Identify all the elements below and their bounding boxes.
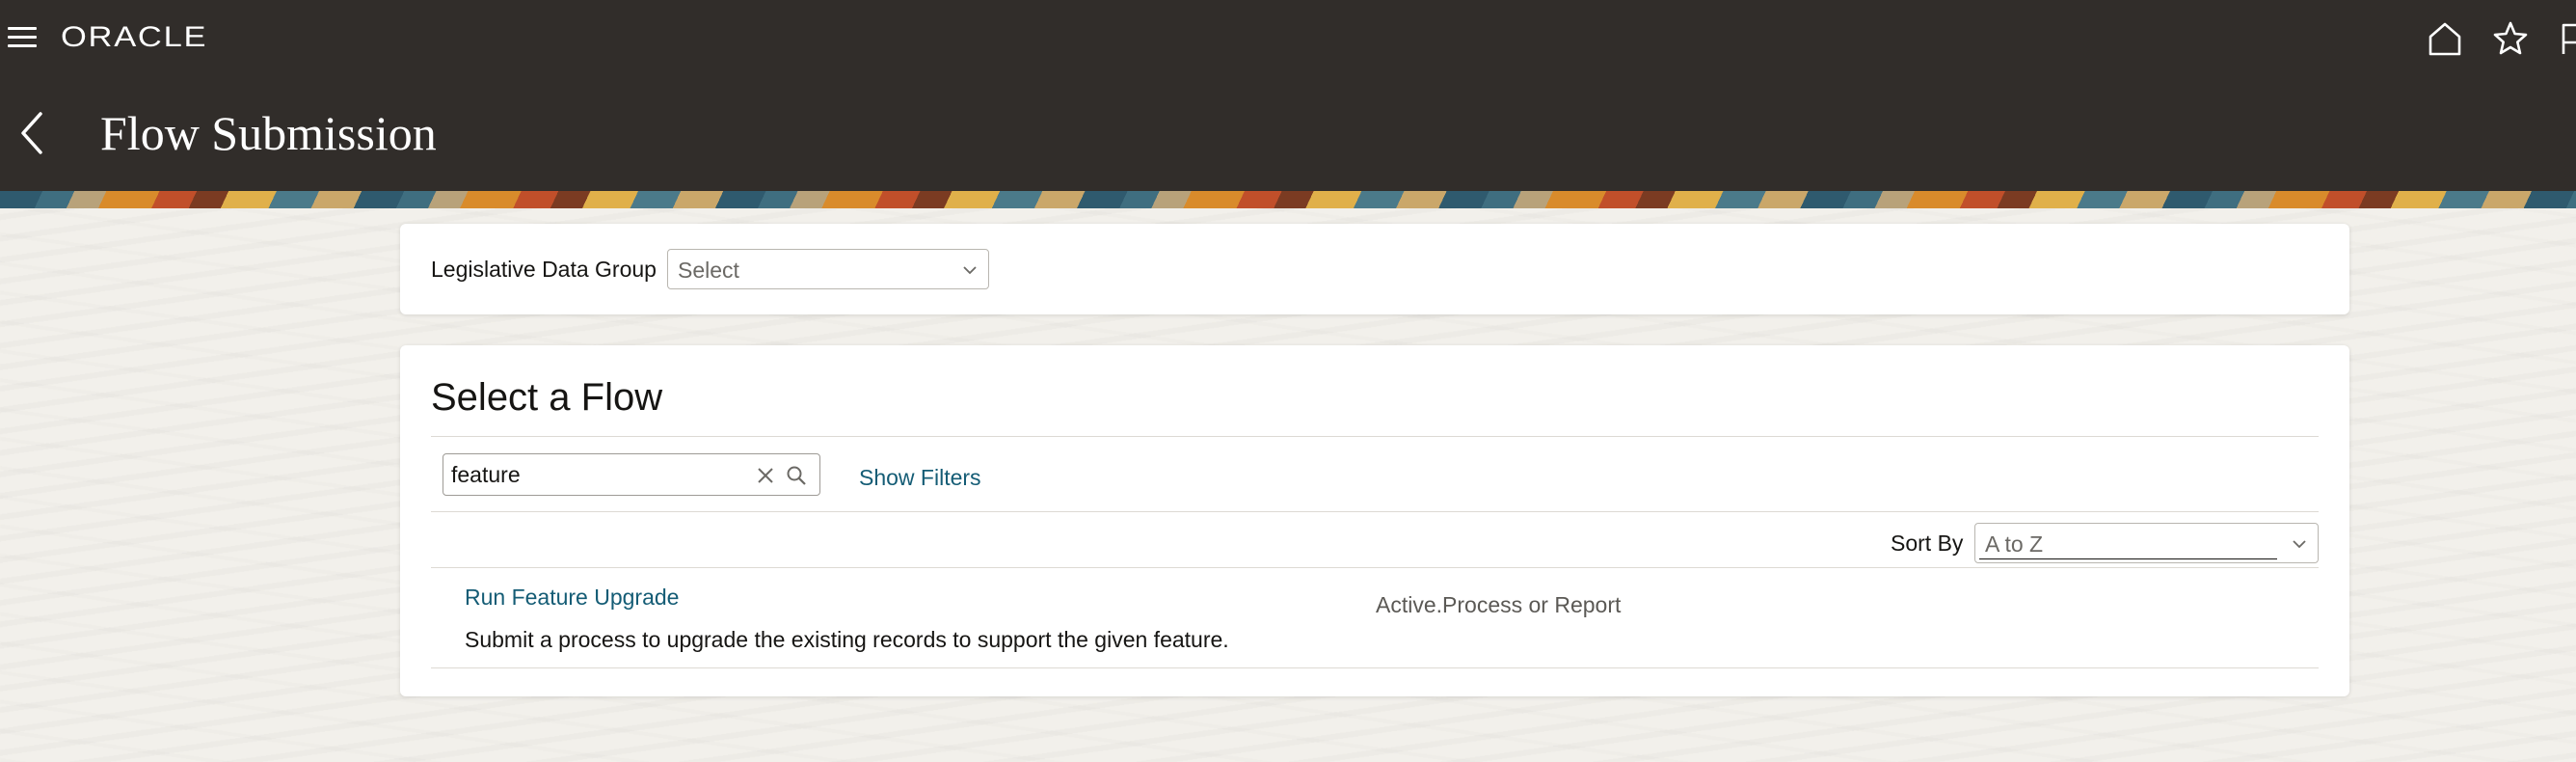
select-flow-panel: Select a Flow Show Filters Sort By A to …	[400, 345, 2349, 696]
ldg-select[interactable]: Select	[667, 249, 989, 289]
select-underline	[1979, 558, 2277, 559]
global-header: ORACLE Flow Submission	[0, 0, 2576, 191]
hamburger-menu-icon[interactable]	[8, 23, 39, 52]
flow-description: Submit a process to upgrade the existing…	[465, 627, 1229, 652]
sort-by-select[interactable]: A to Z	[1974, 523, 2319, 563]
show-filters-link[interactable]: Show Filters	[859, 465, 981, 490]
back-icon[interactable]	[12, 108, 50, 158]
flow-name-link[interactable]: Run Feature Upgrade	[465, 585, 679, 610]
oracle-logo[interactable]: ORACLE	[61, 21, 207, 54]
sort-by-label: Sort By	[1891, 531, 1964, 556]
decorative-banner	[0, 191, 2576, 208]
divider	[431, 667, 2319, 668]
divider	[431, 511, 2319, 512]
chevron-down-icon[interactable]	[2291, 535, 2308, 553]
ldg-label: Legislative Data Group	[431, 257, 657, 282]
flow-status: Active.Process or Report	[1376, 592, 1622, 617]
flag-icon[interactable]	[2555, 17, 2576, 60]
divider	[431, 567, 2319, 568]
sort-by-value: A to Z	[1985, 531, 2044, 557]
legislative-data-group-panel: Legislative Data Group Select	[400, 224, 2349, 314]
ldg-select-value: Select	[678, 258, 739, 283]
divider	[431, 436, 2319, 437]
chevron-down-icon[interactable]	[961, 261, 979, 279]
page-title: Flow Submission	[100, 106, 437, 160]
flow-search-input[interactable]	[451, 460, 740, 489]
search-icon[interactable]	[785, 464, 808, 487]
clear-icon[interactable]	[754, 464, 777, 487]
home-icon[interactable]	[2424, 17, 2466, 60]
section-title: Select a Flow	[431, 376, 663, 419]
flow-search-box[interactable]	[443, 453, 820, 496]
star-icon[interactable]	[2489, 17, 2532, 60]
